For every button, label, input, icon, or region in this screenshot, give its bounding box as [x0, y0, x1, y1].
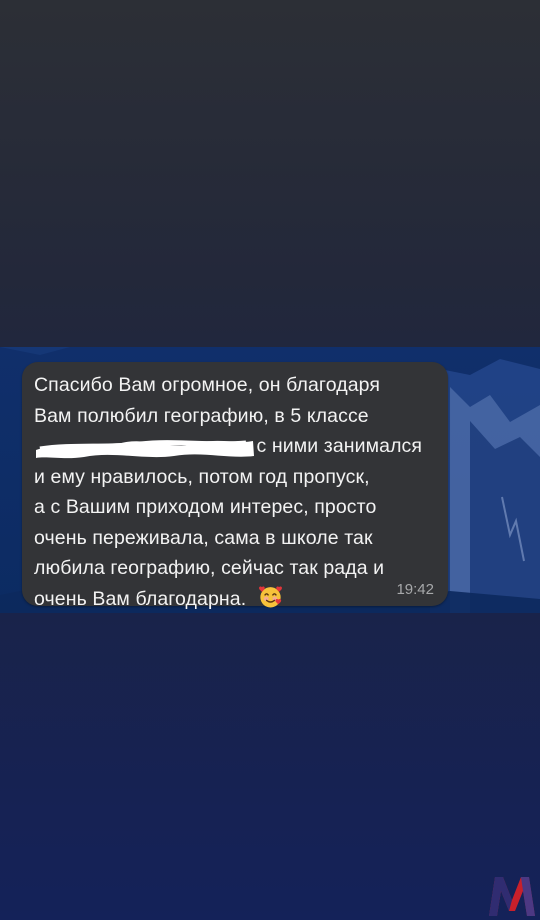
message-line: и ему нравилось, потом год пропуск,	[34, 465, 370, 488]
message-line-text: очень Вам благодарна.	[34, 587, 247, 610]
message-line: любила географию, сейчас так рада и	[34, 557, 385, 579]
message-timestamp: 19:42	[396, 581, 434, 598]
message-line: очень переживала, сама в школе так	[34, 526, 373, 549]
message-line: с ними занимался	[34, 431, 438, 462]
smiling-face-with-hearts-icon	[258, 585, 282, 607]
m-logo-icon	[489, 877, 535, 916]
message-line: Вам полюбил географию, в 5 классе	[34, 404, 369, 427]
redaction-scribble	[36, 440, 254, 459]
message-line: очень Вам благодарна.	[34, 584, 438, 615]
message-line: Спасибо Вам огромное, он благодаря	[34, 374, 381, 396]
message-line-remaining: с ними занимался	[256, 435, 423, 457]
message-bubble[interactable]: Спасибо Вам огромное, он благодаря Вам п…	[22, 362, 448, 610]
message-line: а с Вашим приходом интерес, просто	[34, 496, 377, 518]
message-text: Спасибо Вам огромное, он благодаря Вам п…	[34, 370, 438, 614]
redacted-region	[34, 431, 254, 462]
